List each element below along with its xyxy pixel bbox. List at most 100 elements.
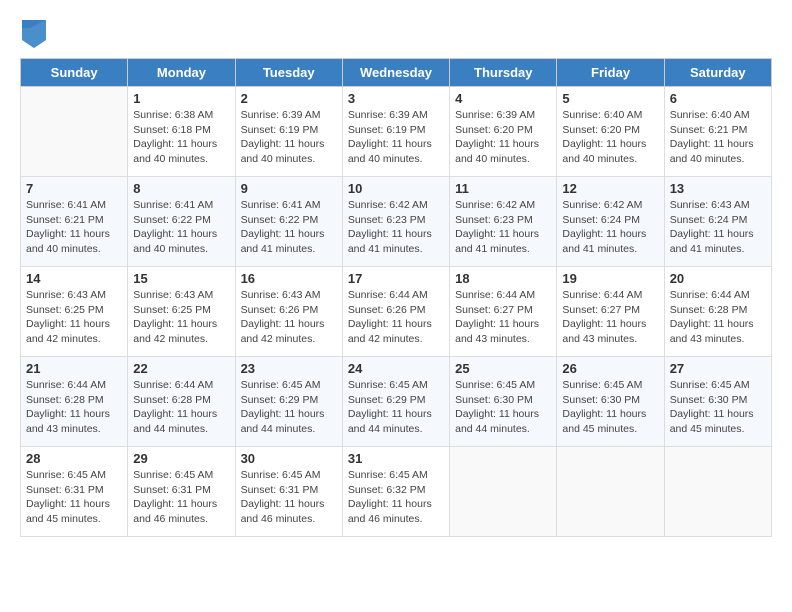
daylight-label: Daylight: 11 hours and 44 minutes.: [455, 408, 539, 435]
calendar-cell: 23 Sunrise: 6:45 AM Sunset: 6:29 PM Dayl…: [235, 357, 342, 447]
sunset-label: Sunset: 6:24 PM: [562, 214, 640, 226]
day-info: Sunrise: 6:45 AM Sunset: 6:29 PM Dayligh…: [241, 378, 337, 437]
sunrise-label: Sunrise: 6:44 AM: [670, 289, 750, 301]
calendar-cell: 18 Sunrise: 6:44 AM Sunset: 6:27 PM Dayl…: [450, 267, 557, 357]
sunset-label: Sunset: 6:18 PM: [133, 124, 211, 136]
sunset-label: Sunset: 6:21 PM: [670, 124, 748, 136]
sunrise-label: Sunrise: 6:39 AM: [241, 109, 321, 121]
daylight-label: Daylight: 11 hours and 40 minutes.: [670, 138, 754, 165]
daylight-label: Daylight: 11 hours and 41 minutes.: [670, 228, 754, 255]
calendar-cell: 16 Sunrise: 6:43 AM Sunset: 6:26 PM Dayl…: [235, 267, 342, 357]
sunset-label: Sunset: 6:24 PM: [670, 214, 748, 226]
col-header-wednesday: Wednesday: [342, 59, 449, 87]
sunrise-label: Sunrise: 6:45 AM: [241, 379, 321, 391]
day-info: Sunrise: 6:45 AM Sunset: 6:29 PM Dayligh…: [348, 378, 444, 437]
day-info: Sunrise: 6:44 AM Sunset: 6:26 PM Dayligh…: [348, 288, 444, 347]
calendar-cell: 12 Sunrise: 6:42 AM Sunset: 6:24 PM Dayl…: [557, 177, 664, 267]
daylight-label: Daylight: 11 hours and 45 minutes.: [562, 408, 646, 435]
sunrise-label: Sunrise: 6:40 AM: [562, 109, 642, 121]
calendar-cell: 1 Sunrise: 6:38 AM Sunset: 6:18 PM Dayli…: [128, 87, 235, 177]
sunset-label: Sunset: 6:29 PM: [241, 394, 319, 406]
day-info: Sunrise: 6:39 AM Sunset: 6:20 PM Dayligh…: [455, 108, 551, 167]
sunrise-label: Sunrise: 6:42 AM: [348, 199, 428, 211]
calendar-cell: 30 Sunrise: 6:45 AM Sunset: 6:31 PM Dayl…: [235, 447, 342, 537]
sunset-label: Sunset: 6:28 PM: [133, 394, 211, 406]
sunrise-label: Sunrise: 6:42 AM: [562, 199, 642, 211]
calendar-cell: 17 Sunrise: 6:44 AM Sunset: 6:26 PM Dayl…: [342, 267, 449, 357]
daylight-label: Daylight: 11 hours and 46 minutes.: [241, 498, 325, 525]
sunrise-label: Sunrise: 6:43 AM: [26, 289, 106, 301]
sunset-label: Sunset: 6:23 PM: [455, 214, 533, 226]
sunrise-label: Sunrise: 6:45 AM: [133, 469, 213, 481]
day-number: 29: [133, 451, 229, 466]
day-info: Sunrise: 6:44 AM Sunset: 6:27 PM Dayligh…: [562, 288, 658, 347]
daylight-label: Daylight: 11 hours and 44 minutes.: [241, 408, 325, 435]
sunrise-label: Sunrise: 6:45 AM: [455, 379, 535, 391]
calendar-cell: 8 Sunrise: 6:41 AM Sunset: 6:22 PM Dayli…: [128, 177, 235, 267]
day-number: 10: [348, 181, 444, 196]
day-info: Sunrise: 6:38 AM Sunset: 6:18 PM Dayligh…: [133, 108, 229, 167]
calendar-week-5: 28 Sunrise: 6:45 AM Sunset: 6:31 PM Dayl…: [21, 447, 772, 537]
day-number: 12: [562, 181, 658, 196]
day-number: 27: [670, 361, 766, 376]
calendar-cell: 6 Sunrise: 6:40 AM Sunset: 6:21 PM Dayli…: [664, 87, 771, 177]
day-info: Sunrise: 6:45 AM Sunset: 6:30 PM Dayligh…: [670, 378, 766, 437]
sunrise-label: Sunrise: 6:44 AM: [133, 379, 213, 391]
day-number: 19: [562, 271, 658, 286]
sunset-label: Sunset: 6:29 PM: [348, 394, 426, 406]
day-info: Sunrise: 6:44 AM Sunset: 6:28 PM Dayligh…: [133, 378, 229, 437]
sunset-label: Sunset: 6:31 PM: [241, 484, 319, 496]
day-info: Sunrise: 6:40 AM Sunset: 6:20 PM Dayligh…: [562, 108, 658, 167]
day-info: Sunrise: 6:39 AM Sunset: 6:19 PM Dayligh…: [241, 108, 337, 167]
day-number: 6: [670, 91, 766, 106]
sunset-label: Sunset: 6:20 PM: [562, 124, 640, 136]
calendar-cell: 26 Sunrise: 6:45 AM Sunset: 6:30 PM Dayl…: [557, 357, 664, 447]
sunset-label: Sunset: 6:22 PM: [241, 214, 319, 226]
day-info: Sunrise: 6:45 AM Sunset: 6:31 PM Dayligh…: [26, 468, 122, 527]
sunrise-label: Sunrise: 6:44 AM: [562, 289, 642, 301]
sunrise-label: Sunrise: 6:43 AM: [133, 289, 213, 301]
sunset-label: Sunset: 6:25 PM: [26, 304, 104, 316]
calendar-cell: [450, 447, 557, 537]
calendar-cell: 31 Sunrise: 6:45 AM Sunset: 6:32 PM Dayl…: [342, 447, 449, 537]
calendar-cell: 28 Sunrise: 6:45 AM Sunset: 6:31 PM Dayl…: [21, 447, 128, 537]
sunrise-label: Sunrise: 6:41 AM: [133, 199, 213, 211]
sunrise-label: Sunrise: 6:41 AM: [26, 199, 106, 211]
calendar-week-3: 14 Sunrise: 6:43 AM Sunset: 6:25 PM Dayl…: [21, 267, 772, 357]
calendar-cell: 11 Sunrise: 6:42 AM Sunset: 6:23 PM Dayl…: [450, 177, 557, 267]
day-info: Sunrise: 6:41 AM Sunset: 6:21 PM Dayligh…: [26, 198, 122, 257]
sunrise-label: Sunrise: 6:44 AM: [455, 289, 535, 301]
daylight-label: Daylight: 11 hours and 40 minutes.: [133, 228, 217, 255]
calendar-cell: 19 Sunrise: 6:44 AM Sunset: 6:27 PM Dayl…: [557, 267, 664, 357]
day-info: Sunrise: 6:43 AM Sunset: 6:24 PM Dayligh…: [670, 198, 766, 257]
day-number: 31: [348, 451, 444, 466]
day-info: Sunrise: 6:44 AM Sunset: 6:28 PM Dayligh…: [670, 288, 766, 347]
calendar-week-1: 1 Sunrise: 6:38 AM Sunset: 6:18 PM Dayli…: [21, 87, 772, 177]
day-number: 2: [241, 91, 337, 106]
day-number: 11: [455, 181, 551, 196]
day-number: 1: [133, 91, 229, 106]
sunrise-label: Sunrise: 6:42 AM: [455, 199, 535, 211]
calendar-table: SundayMondayTuesdayWednesdayThursdayFrid…: [20, 58, 772, 537]
sunset-label: Sunset: 6:27 PM: [562, 304, 640, 316]
calendar-cell: 25 Sunrise: 6:45 AM Sunset: 6:30 PM Dayl…: [450, 357, 557, 447]
daylight-label: Daylight: 11 hours and 41 minutes.: [241, 228, 325, 255]
sunset-label: Sunset: 6:25 PM: [133, 304, 211, 316]
calendar-cell: [664, 447, 771, 537]
daylight-label: Daylight: 11 hours and 42 minutes.: [26, 318, 110, 345]
daylight-label: Daylight: 11 hours and 46 minutes.: [348, 498, 432, 525]
day-number: 23: [241, 361, 337, 376]
day-info: Sunrise: 6:39 AM Sunset: 6:19 PM Dayligh…: [348, 108, 444, 167]
calendar-week-4: 21 Sunrise: 6:44 AM Sunset: 6:28 PM Dayl…: [21, 357, 772, 447]
day-number: 21: [26, 361, 122, 376]
calendar-cell: 29 Sunrise: 6:45 AM Sunset: 6:31 PM Dayl…: [128, 447, 235, 537]
day-number: 7: [26, 181, 122, 196]
col-header-friday: Friday: [557, 59, 664, 87]
sunset-label: Sunset: 6:22 PM: [133, 214, 211, 226]
day-info: Sunrise: 6:41 AM Sunset: 6:22 PM Dayligh…: [241, 198, 337, 257]
sunrise-label: Sunrise: 6:44 AM: [348, 289, 428, 301]
day-info: Sunrise: 6:42 AM Sunset: 6:23 PM Dayligh…: [455, 198, 551, 257]
sunset-label: Sunset: 6:27 PM: [455, 304, 533, 316]
calendar-week-2: 7 Sunrise: 6:41 AM Sunset: 6:21 PM Dayli…: [21, 177, 772, 267]
daylight-label: Daylight: 11 hours and 45 minutes.: [670, 408, 754, 435]
